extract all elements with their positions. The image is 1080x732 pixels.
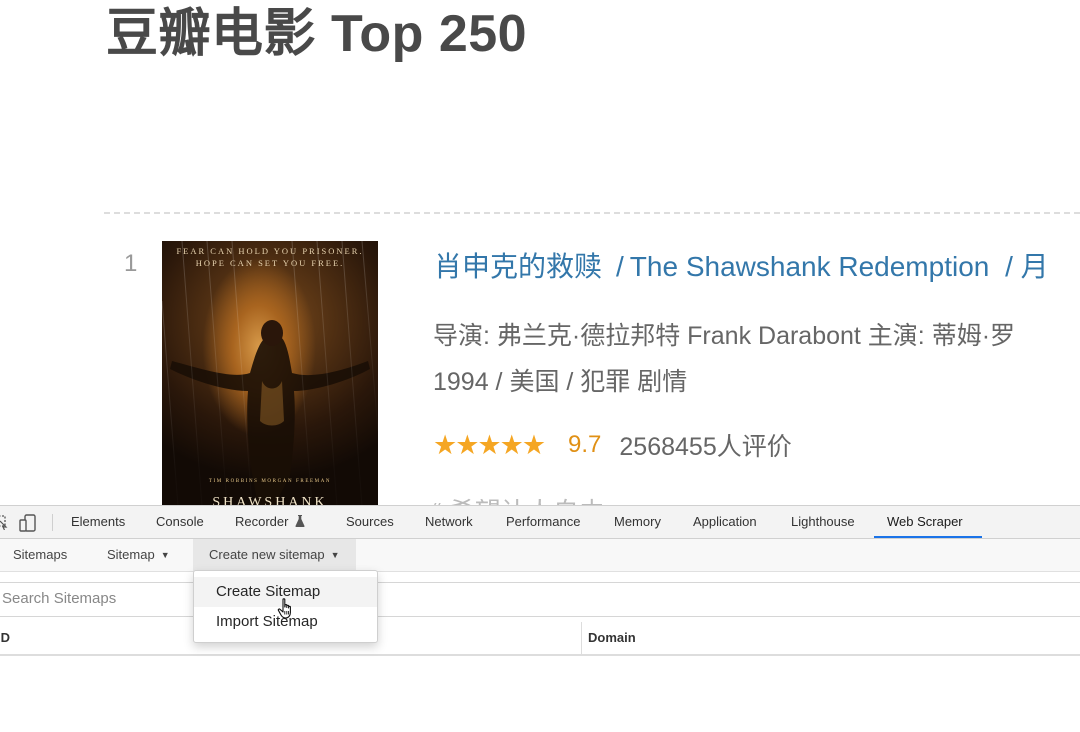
hand-pointer-icon <box>277 598 291 619</box>
tab-recorder-label: Recorder <box>235 514 289 529</box>
rating-row: ★★★★★ 9.7 2568455人评价 <box>433 427 792 463</box>
movie-info-line: 1994 / 美国 / 犯罪 剧情 <box>433 368 688 396</box>
movie-credits-line: 导演: 弗兰克·德拉邦特 Frank Darabont 主演: 蒂姆·罗 <box>433 322 1016 350</box>
title-separator: / <box>616 251 624 282</box>
page-title: 豆瓣电影 Top 250 <box>106 5 528 63</box>
tab-console[interactable]: Console <box>156 506 204 538</box>
column-divider <box>581 622 582 654</box>
devtools-panel: Elements Console Recorder Sources Networ… <box>0 505 1080 732</box>
rating-score: 9.7 <box>568 431 602 458</box>
movie-meta: 导演: 弗兰克·德拉邦特 Frank Darabont 主演: 蒂姆·罗 199… <box>433 313 1015 405</box>
tab-web-scraper[interactable]: Web Scraper <box>887 506 963 538</box>
web-scraper-nav: Sitemaps Sitemap ▼ Create new sitemap ▼ <box>0 539 1080 572</box>
devtools-tabbar: Elements Console Recorder Sources Networ… <box>0 506 1080 539</box>
inspect-element-icon[interactable] <box>0 514 8 530</box>
tab-network[interactable]: Network <box>425 506 473 538</box>
nav-create-new-sitemap[interactable]: Create new sitemap ▼ <box>193 539 356 571</box>
movie-title-link[interactable]: 肖申克的救赎 / The Shawshank Redemption / 月 <box>434 245 1049 285</box>
poster-figure-image <box>162 241 378 506</box>
poster-credits: TIM ROBBINS MORGAN FREEMAN <box>208 479 332 484</box>
nav-sitemaps[interactable]: Sitemaps <box>13 539 67 571</box>
tab-lighthouse[interactable]: Lighthouse <box>791 506 855 538</box>
dashed-divider <box>104 212 1080 214</box>
nav-create-new-label: Create new sitemap <box>209 547 325 562</box>
poster-tagline-line1: FEAR CAN HOLD YOU PRISONER. <box>176 246 364 256</box>
movie-title-en[interactable]: The Shawshank Redemption <box>630 251 990 282</box>
rating-stars: ★★★★★ <box>433 429 546 461</box>
recorder-flask-icon <box>295 515 305 527</box>
sitemaps-table-header: ID Domain <box>0 622 1080 656</box>
poster-tagline: FEAR CAN HOLD YOU PRISONER. HOPE CAN SET… <box>162 245 378 269</box>
tab-performance[interactable]: Performance <box>506 506 580 538</box>
movie-rank: 1 <box>124 250 138 277</box>
caret-down-icon: ▼ <box>160 550 170 560</box>
tab-recorder[interactable]: Recorder <box>235 506 305 538</box>
movie-quote: “ 希望让人自由 <box>433 492 605 506</box>
search-row <box>0 582 1080 617</box>
caret-down-icon: ▼ <box>330 550 340 560</box>
movie-title-alt[interactable]: / 月 <box>997 251 1049 282</box>
column-header-domain[interactable]: Domain <box>588 622 636 654</box>
device-toolbar-icon[interactable] <box>19 514 37 532</box>
nav-sitemap-label: Sitemap <box>107 547 155 562</box>
tab-application[interactable]: Application <box>693 506 757 538</box>
active-tab-indicator <box>874 536 982 538</box>
rating-votes: 2568455人评价 <box>619 433 792 461</box>
poster-tagline-line2: HOPE CAN SET YOU FREE. <box>195 258 345 268</box>
tab-elements[interactable]: Elements <box>71 506 125 538</box>
column-header-id[interactable]: ID <box>0 622 10 654</box>
tab-sources[interactable]: Sources <box>346 506 394 538</box>
search-sitemaps-input[interactable] <box>0 583 1080 614</box>
tab-memory[interactable]: Memory <box>614 506 661 538</box>
nav-sitemap-dropdown[interactable]: Sitemap ▼ <box>107 539 170 571</box>
movie-poster[interactable]: FEAR CAN HOLD YOU PRISONER. HOPE CAN SET… <box>162 241 378 506</box>
tabbar-separator <box>52 514 53 531</box>
movie-title-cn[interactable]: 肖申克的救赎 <box>434 251 602 282</box>
